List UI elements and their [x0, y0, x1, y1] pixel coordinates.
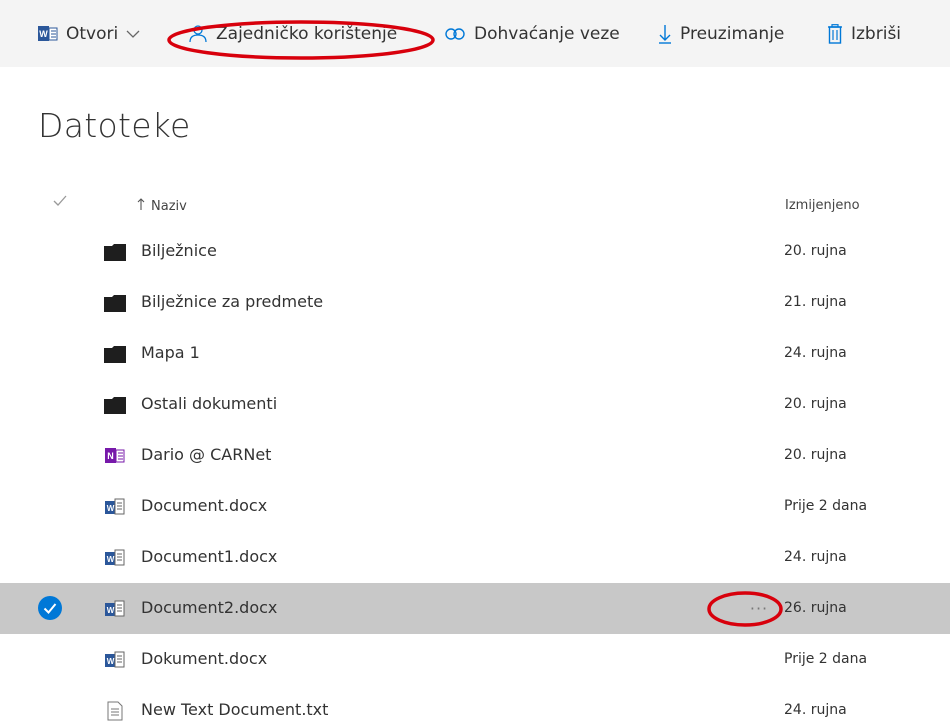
share-button[interactable]: Zajedničko korištenje [188, 0, 397, 67]
modified-column-header[interactable]: Izmijenjeno [785, 198, 860, 213]
file-name[interactable]: Ostali dokumenti [141, 394, 277, 413]
list-item[interactable]: Ostali dokumenti 20. rujna [0, 379, 950, 430]
list-item[interactable]: Mapa 1 24. rujna [0, 328, 950, 379]
list-item[interactable]: W Document1.docx 24. rujna [0, 532, 950, 583]
file-name[interactable]: New Text Document.txt [141, 700, 328, 719]
list-item[interactable]: N Dario @ CARNet 20. rujna [0, 430, 950, 481]
select-all-check-icon[interactable] [52, 194, 68, 212]
modified-date: 20. rujna [784, 396, 847, 412]
file-name[interactable]: Mapa 1 [141, 343, 200, 362]
file-name[interactable]: Document1.docx [141, 547, 277, 566]
onenote-icon: N [104, 446, 126, 466]
modified-date: 21. rujna [784, 294, 847, 310]
svg-text:N: N [107, 451, 114, 461]
folder-icon [104, 344, 126, 364]
file-name[interactable]: Bilježnice za predmete [141, 292, 323, 311]
delete-label: Izbriši [851, 23, 902, 44]
word-doc-icon: W [104, 548, 126, 568]
svg-text:W: W [107, 555, 115, 564]
open-label: Otvori [66, 23, 119, 44]
list-item[interactable]: Bilježnice za predmete 21. rujna [0, 277, 950, 328]
svg-text:W: W [107, 657, 115, 666]
share-label: Zajedničko korištenje [216, 23, 398, 44]
list-item-selected[interactable]: W Document2.docx ··· 26. rujna [0, 583, 950, 634]
word-doc-icon: W [104, 497, 126, 517]
word-app-icon: W [38, 25, 58, 43]
download-button[interactable]: Preuzimanje [658, 0, 784, 67]
word-doc-icon: W [104, 599, 126, 619]
file-name[interactable]: Dario @ CARNet [141, 445, 271, 464]
file-name[interactable]: Document2.docx [141, 598, 277, 617]
folder-icon [104, 293, 126, 313]
selected-check-icon[interactable] [38, 596, 62, 620]
more-options-button[interactable]: ··· [736, 595, 782, 622]
modified-date: 24. rujna [784, 345, 847, 361]
word-doc-icon: W [104, 650, 126, 670]
get-link-button[interactable]: Dohvaćanje veze [444, 0, 620, 67]
list-header: Naziv Izmijenjeno [0, 186, 950, 226]
modified-date: 26. rujna [784, 600, 847, 616]
link-icon [444, 26, 466, 42]
text-file-icon [104, 701, 126, 721]
sort-ascending-icon [137, 198, 145, 214]
list-item[interactable]: Bilježnice 20. rujna [0, 226, 950, 277]
list-item[interactable]: New Text Document.txt 24. rujna [0, 685, 950, 725]
name-column-header[interactable]: Naziv [137, 198, 187, 214]
modified-date: 24. rujna [784, 702, 847, 718]
folder-icon [104, 242, 126, 262]
modified-date: 20. rujna [784, 447, 847, 463]
file-name[interactable]: Bilježnice [141, 241, 217, 260]
file-name[interactable]: Dokument.docx [141, 649, 267, 668]
file-list: Bilježnice 20. rujna Bilježnice za predm… [0, 226, 950, 725]
download-label: Preuzimanje [680, 23, 785, 44]
modified-date: 20. rujna [784, 243, 847, 259]
name-column-label: Naziv [151, 198, 187, 214]
modified-date: 24. rujna [784, 549, 847, 565]
folder-icon [104, 395, 126, 415]
file-name[interactable]: Document.docx [141, 496, 267, 515]
trash-icon [827, 23, 843, 44]
svg-text:W: W [107, 606, 115, 615]
modified-date: Prije 2 dana [784, 651, 868, 667]
open-button[interactable]: W Otvori [38, 0, 140, 67]
list-item[interactable]: W Dokument.docx Prije 2 dana [0, 634, 950, 685]
command-bar: W Otvori Zajedničko korištenje Dohvaćanj… [0, 0, 950, 67]
get-link-label: Dohvaćanje veze [474, 23, 620, 44]
svg-text:W: W [107, 504, 115, 513]
chevron-down-icon[interactable] [126, 29, 140, 39]
download-icon [658, 24, 672, 44]
page-title: Datoteke [38, 106, 191, 145]
modified-date: Prije 2 dana [784, 498, 868, 514]
list-item[interactable]: W Document.docx Prije 2 dana [0, 481, 950, 532]
share-icon [188, 24, 208, 44]
svg-text:W: W [39, 29, 48, 39]
delete-button[interactable]: Izbriši [827, 0, 901, 67]
